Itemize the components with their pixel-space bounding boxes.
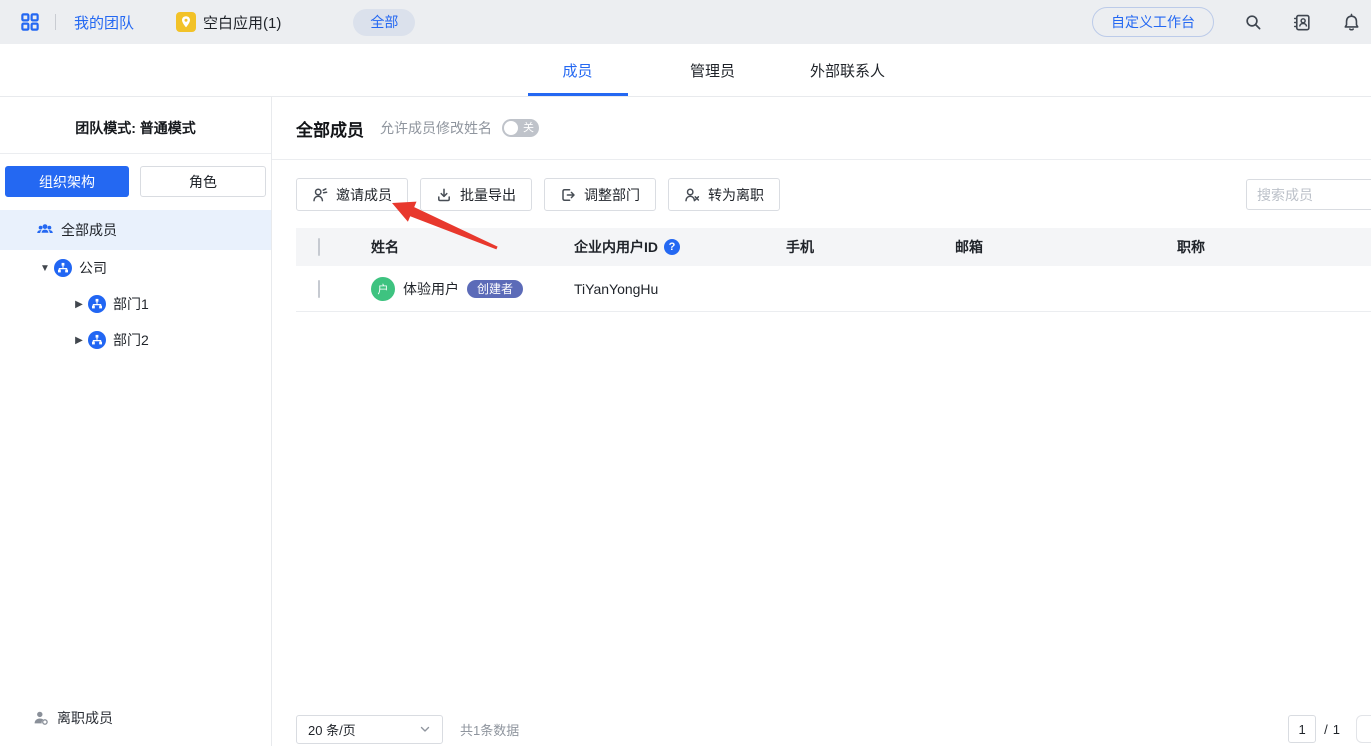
- tree-item-dept2[interactable]: ▶ 部门2: [0, 322, 271, 358]
- my-team-link[interactable]: 我的团队: [74, 12, 134, 33]
- caret-right-icon[interactable]: ▶: [72, 335, 86, 346]
- tab-external-contacts[interactable]: 外部联系人: [780, 44, 915, 96]
- table-row[interactable]: 户 体验用户 创建者 TiYanYongHu: [296, 266, 1371, 312]
- invite-member-label: 邀请成员: [336, 186, 392, 203]
- caret-down-icon[interactable]: ▼: [38, 263, 52, 274]
- creator-badge: 创建者: [467, 279, 524, 298]
- current-app[interactable]: 空白应用(1): [176, 12, 281, 33]
- members-toolbar: 邀请成员 批量导出 调整部门 转为离职 搜索成员: [296, 178, 1371, 211]
- avatar: 户: [371, 276, 395, 301]
- sidebar-segment-buttons: 组织架构 角色: [0, 154, 271, 197]
- roles-button[interactable]: 角色: [140, 166, 266, 197]
- total-count-label: 共1条数据: [460, 722, 520, 738]
- toggle-knob: [504, 121, 518, 135]
- search-icon[interactable]: [1244, 13, 1263, 32]
- help-icon[interactable]: ?: [664, 239, 680, 255]
- member-user-id: TiYanYongHu: [574, 280, 659, 297]
- tab-admins[interactable]: 管理员: [645, 44, 780, 96]
- chevron-down-icon: [420, 726, 430, 732]
- tree-item-dept2-label: 部门2: [113, 332, 149, 348]
- page-total-label: / 1: [1324, 722, 1340, 737]
- current-page-box[interactable]: 1: [1288, 715, 1317, 743]
- resigned-person-icon: [34, 711, 48, 725]
- table-header-row: 姓名 企业内用户ID ? 手机 邮箱 职称: [296, 228, 1371, 266]
- tab-members-label: 成员: [562, 62, 593, 80]
- resigned-members-label: 离职成员: [57, 710, 113, 726]
- col-header-user-id: 企业内用户ID: [574, 239, 658, 255]
- topbar: 我的团队 空白应用(1) 全部 自定义工作台: [0, 0, 1371, 44]
- batch-export-button[interactable]: 批量导出: [420, 178, 532, 211]
- scope-pill-label: 全部: [370, 14, 399, 30]
- page-size-select[interactable]: 20 条/页: [296, 714, 443, 744]
- tab-external-contacts-label: 外部联系人: [809, 62, 885, 80]
- invite-person-icon: [313, 187, 328, 201]
- adjust-department-button[interactable]: 调整部门: [544, 178, 656, 211]
- scope-pill[interactable]: 全部: [353, 8, 416, 36]
- pagination: 1 / 1: [1288, 715, 1371, 743]
- topbar-actions: 自定义工作台: [1092, 7, 1361, 37]
- org-tree: 全部成员 ▼ 公司 ▶ 部门1 ▶ 部门2: [0, 210, 271, 358]
- page-title: 全部成员: [296, 120, 364, 140]
- mark-resigned-label: 转为离职: [708, 186, 764, 203]
- custom-workbench-button[interactable]: 自定义工作台: [1092, 7, 1214, 37]
- org-node-icon: [88, 295, 106, 313]
- table-footer: 20 条/页 共1条数据 1 / 1: [296, 714, 1371, 744]
- allow-rename-toggle[interactable]: 关: [502, 119, 539, 137]
- contacts-icon[interactable]: [1293, 13, 1312, 32]
- total-pages-value: 1: [1332, 721, 1340, 737]
- org-node-icon: [54, 259, 72, 277]
- tree-item-dept1-label: 部门1: [113, 296, 149, 312]
- col-header-email: 邮箱: [955, 239, 983, 255]
- page-size-value: 20 条/页: [308, 722, 356, 738]
- person-remove-icon: [685, 188, 700, 201]
- topbar-divider: [55, 14, 56, 30]
- tab-members[interactable]: 成员: [510, 44, 645, 96]
- allow-rename-label: 允许成员修改姓名: [380, 120, 492, 136]
- panel-header: 全部成员 允许成员修改姓名 关: [272, 97, 1371, 160]
- row-checkbox[interactable]: [318, 279, 320, 298]
- members-panel: 全部成员 允许成员修改姓名 关 邀请成员 批量导出 调整部门 转为离职 搜索成员…: [272, 97, 1371, 746]
- mark-resigned-button[interactable]: 转为离职: [668, 178, 780, 211]
- col-header-phone: 手机: [786, 239, 814, 255]
- tree-item-all-members[interactable]: 全部成员: [0, 210, 271, 250]
- page-separator: /: [1324, 721, 1328, 737]
- resigned-members-item[interactable]: 离职成员: [33, 708, 113, 728]
- move-out-icon: [562, 188, 575, 201]
- org-structure-button[interactable]: 组织架构: [5, 166, 129, 197]
- team-admin-page: 我的团队 空白应用(1) 全部 自定义工作台 成员 管理员 外部联系人 团队模式…: [0, 0, 1371, 746]
- notification-bell-icon[interactable]: [1342, 13, 1361, 32]
- select-all-checkbox[interactable]: [318, 238, 320, 256]
- app-icon: [176, 12, 197, 32]
- caret-right-icon[interactable]: ▶: [72, 299, 86, 310]
- toggle-state-label: 关: [523, 122, 534, 134]
- page-jump-button[interactable]: [1356, 715, 1371, 743]
- batch-export-label: 批量导出: [460, 186, 516, 203]
- adjust-department-label: 调整部门: [584, 186, 640, 203]
- search-member-input[interactable]: [1246, 179, 1371, 210]
- member-name: 体验用户: [403, 280, 459, 297]
- col-header-job-title: 职称: [1177, 239, 1205, 255]
- member-tabbar: 成员 管理员 外部联系人: [0, 44, 1371, 97]
- team-mode-label: 团队模式: 普通模式: [75, 120, 196, 136]
- download-icon: [438, 187, 450, 201]
- tab-admins-label: 管理员: [689, 62, 735, 80]
- app-grid-icon[interactable]: [20, 12, 40, 32]
- members-table: 姓名 企业内用户ID ? 手机 邮箱 职称 户 体验用户 创建者 TiYanYo…: [296, 228, 1371, 312]
- invite-member-button[interactable]: 邀请成员: [296, 178, 408, 211]
- org-node-icon: [88, 331, 106, 349]
- active-tab-underline: [527, 93, 628, 96]
- tree-item-all-members-label: 全部成员: [61, 222, 117, 238]
- tree-item-company[interactable]: ▼ 公司: [0, 250, 271, 286]
- tree-item-dept1[interactable]: ▶ 部门1: [0, 286, 271, 322]
- team-members-icon: [37, 224, 53, 233]
- col-header-name: 姓名: [371, 239, 399, 255]
- app-name: 空白应用(1): [203, 14, 282, 32]
- tree-item-company-label: 公司: [79, 260, 107, 276]
- org-sidebar: 团队模式: 普通模式 组织架构 角色 全部成员 ▼ 公司 ▶ 部门1 ▶ 部门2…: [0, 97, 272, 746]
